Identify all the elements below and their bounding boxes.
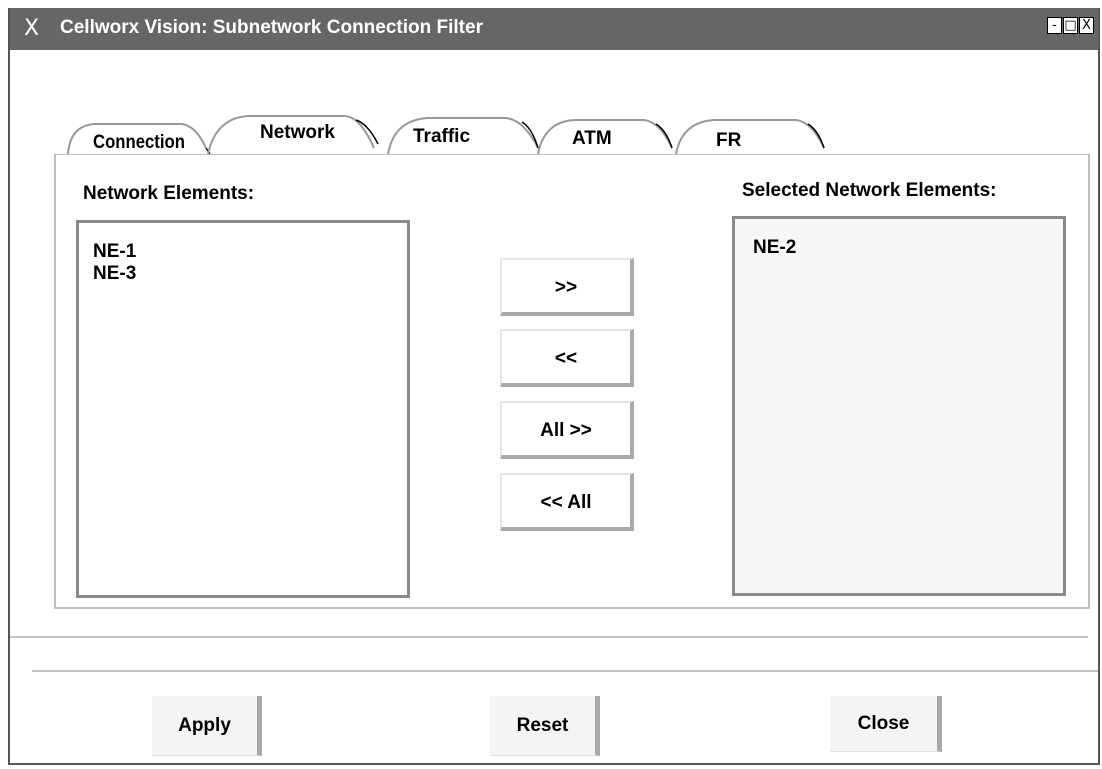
selected-network-elements-list[interactable]: NE-2	[732, 216, 1066, 596]
tab-connection-label: Connection	[93, 132, 185, 153]
list-item[interactable]: NE-1	[93, 241, 407, 263]
x-logo-icon: X	[24, 16, 40, 41]
maximize-button[interactable]: □	[1063, 17, 1078, 34]
list-item[interactable]: NE-3	[93, 263, 407, 285]
close-window-button[interactable]: X	[1079, 17, 1094, 34]
network-elements-label: Network Elements:	[83, 183, 255, 204]
close-button[interactable]: Close	[830, 696, 942, 752]
separator-lower	[32, 670, 1098, 672]
tab-atm-label: ATM	[572, 128, 612, 149]
title-bar[interactable]: X Cellworx Vision: Subnetwork Connection…	[10, 8, 1098, 50]
add-selected-button[interactable]: >>	[500, 258, 634, 316]
selected-network-elements-label: Selected Network Elements:	[742, 180, 997, 201]
window-controls: - □ X	[1047, 17, 1094, 34]
tab-network[interactable]: Network	[188, 112, 388, 155]
tab-bar: Connection Network Traffic ATM FR	[60, 112, 860, 155]
minimize-button[interactable]: -	[1047, 17, 1062, 34]
add-all-button[interactable]: All >>	[500, 401, 634, 459]
remove-all-button[interactable]: << All	[500, 473, 634, 531]
apply-button[interactable]: Apply	[152, 696, 262, 756]
tab-traffic[interactable]: Traffic	[378, 112, 548, 155]
tab-traffic-label: Traffic	[413, 126, 471, 147]
window-title: Cellworx Vision: Subnetwork Connection F…	[60, 17, 483, 38]
tab-network-label: Network	[260, 122, 335, 143]
network-elements-list[interactable]: NE-1 NE-3	[76, 220, 410, 598]
list-item[interactable]: NE-2	[753, 237, 1063, 259]
remove-selected-button[interactable]: <<	[500, 329, 634, 387]
filter-dialog: X Cellworx Vision: Subnetwork Connection…	[8, 8, 1100, 765]
reset-button[interactable]: Reset	[490, 696, 600, 756]
separator-upper	[10, 636, 1088, 638]
tab-fr-label: FR	[716, 130, 742, 151]
tab-fr[interactable]: FR	[670, 112, 830, 155]
tab-atm[interactable]: ATM	[532, 112, 682, 155]
tab-fr-outline	[675, 119, 825, 155]
